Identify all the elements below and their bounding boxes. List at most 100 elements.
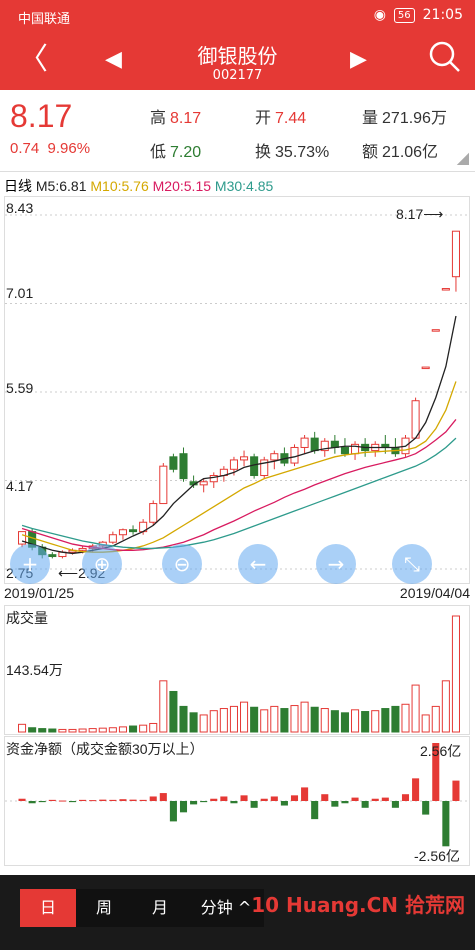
volume-bar: [371, 710, 380, 733]
fund-bar: [351, 797, 359, 801]
fund-bar: [119, 799, 127, 801]
fund-bar: [99, 799, 107, 801]
volume-bar: [320, 708, 329, 733]
amount-field: 额 21.06亿: [362, 144, 439, 161]
fund-bar: [149, 796, 157, 801]
fund-bar: [371, 798, 379, 801]
period-tabs: 日 周 月 分钟 ^: [20, 889, 264, 927]
volume-bar: [361, 711, 370, 733]
kline-chart[interactable]: [4, 196, 470, 584]
volume-bar: [391, 705, 400, 733]
quote-panel: 8.17 0.74 9.96% 高 8.17 开 7.44 量 271.96万 低 7.…: [0, 90, 475, 172]
pan-right-button[interactable]: →: [316, 544, 356, 584]
candle-body: [240, 456, 249, 461]
zoom-in-icon: +: [21, 552, 39, 576]
ma-line-m20: [21, 419, 457, 551]
zoom-out-button[interactable]: ⊖: [162, 544, 202, 584]
fund-title: 资金净额（成交金额30万以上）: [6, 741, 204, 757]
zoom-in-button[interactable]: +: [10, 544, 50, 584]
fullscreen-button[interactable]: ⤡: [392, 544, 432, 584]
volume-bar: [421, 714, 430, 733]
fund-bar: [260, 798, 268, 801]
high-annotation: 8.17⟶: [396, 206, 444, 222]
clock: 21:05: [422, 7, 463, 23]
volume-bar: [411, 684, 420, 733]
fund-bar: [290, 795, 299, 801]
bottom-bar: 日 周 月 分钟 ^ 10 Huang.CN 拾荒网: [0, 875, 475, 950]
price-change: 0.74 9.96%: [10, 140, 91, 157]
last-price: 8.17: [10, 98, 73, 134]
volume-bar: [290, 705, 299, 733]
candle-body: [108, 534, 117, 543]
volume-bar: [381, 708, 390, 733]
volume-bar: [48, 728, 57, 733]
tab-day[interactable]: 日: [20, 889, 76, 927]
volume-bar: [189, 712, 198, 733]
tab-month[interactable]: 月: [132, 889, 188, 927]
volume-bar: [219, 708, 228, 733]
fund-bar: [240, 795, 248, 801]
fund-bar: [179, 801, 188, 813]
volume-bar: [38, 728, 47, 733]
fund-bar: [210, 798, 218, 801]
candle-body: [300, 437, 309, 448]
high-field: 高 8.17: [150, 110, 202, 127]
volume-bar: [300, 701, 309, 733]
fund-bar: [68, 801, 77, 803]
volume-bar: [310, 706, 319, 733]
zoom-in-2-button[interactable]: ⊕: [82, 544, 122, 584]
search-icon[interactable]: [428, 40, 462, 85]
volume-bar: [18, 723, 27, 733]
expand-arrows-icon: ⤡: [404, 552, 420, 576]
expand-icon[interactable]: ◢: [457, 148, 469, 168]
fund-bar: [381, 797, 389, 801]
fund-bar: [301, 787, 309, 801]
fund-bar: [159, 793, 167, 801]
candle-body: [118, 529, 127, 536]
battery-icon: 56: [393, 7, 415, 23]
pan-left-button[interactable]: ←: [238, 544, 278, 584]
volume-bar: [118, 726, 127, 733]
fund-bar: [190, 801, 198, 805]
candle-body: [179, 453, 188, 480]
volume-chart[interactable]: [4, 605, 470, 735]
candle-body: [270, 453, 279, 461]
eye-icon: ◉: [373, 7, 386, 23]
volume-bar: [129, 725, 138, 733]
fund-bar: [109, 799, 117, 801]
fund-bar: [412, 778, 420, 801]
fund-bar: [58, 800, 66, 802]
stock-header: 〈 ◀ 御银股份 002177 ▶: [0, 32, 475, 90]
axis-y2: 7.01: [6, 285, 34, 301]
volume-bar: [451, 615, 460, 733]
watermark-logo: 10 Huang.CN 拾荒网: [251, 893, 465, 917]
magnifier-plus-icon: ⊕: [93, 552, 111, 576]
candle-body: [149, 503, 158, 523]
ma-legend: 日线 M5:6.81 M10:5.76 M20:5.15 M30:4.85: [4, 178, 274, 194]
fund-bar: [361, 801, 369, 808]
volume-bar: [58, 728, 67, 733]
volume-bar: [431, 705, 440, 733]
volume-bar: [260, 709, 269, 733]
volume-bar: [68, 728, 77, 733]
fund-bar: [442, 801, 450, 847]
stock-name: 御银股份: [197, 44, 278, 68]
fund-bar: [200, 801, 208, 803]
tab-week[interactable]: 周: [76, 889, 132, 927]
kline-svg: [5, 214, 469, 570]
fund-bar: [18, 798, 26, 801]
low-field: 低 7.20: [150, 144, 202, 161]
turnover-field: 换 35.73%: [255, 144, 330, 161]
volume-bar: [351, 709, 360, 733]
fund-bar: [391, 801, 399, 808]
fund-bar: [321, 794, 329, 801]
axis-y4: 4.17: [6, 478, 34, 494]
volume-bar: [28, 727, 37, 733]
next-stock-icon[interactable]: ▶: [350, 40, 367, 80]
fund-bar: [401, 794, 410, 801]
volume-bar: [199, 714, 208, 733]
fund-bar: [331, 801, 339, 807]
arrow-left-icon: ←: [249, 552, 267, 576]
date-axis: 2019/01/25 2019/04/04: [4, 585, 470, 601]
fund-bar: [341, 801, 349, 804]
